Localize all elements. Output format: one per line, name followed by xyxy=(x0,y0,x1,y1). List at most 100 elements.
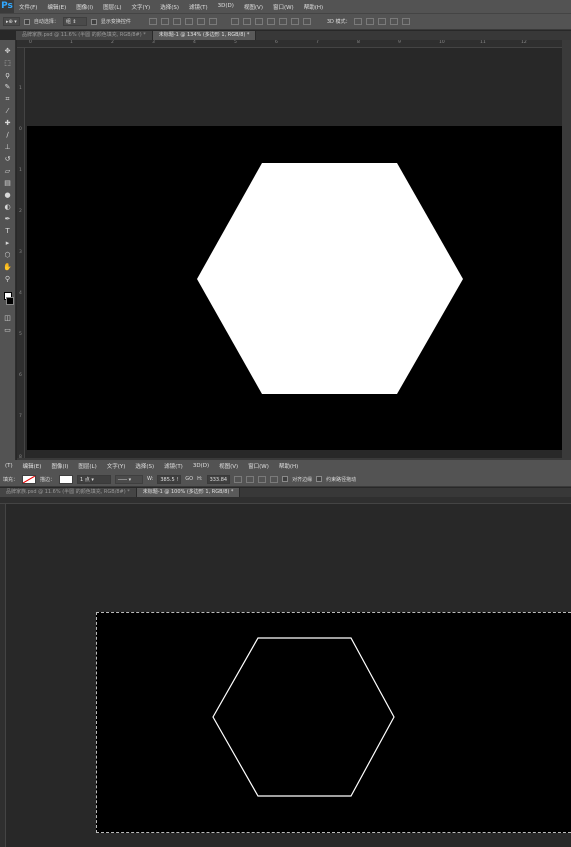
ruler-horizontal-top: 012345678910111213 xyxy=(17,40,562,48)
ruler-tick-label: 3 xyxy=(19,250,22,255)
menu-item-bottom[interactable]: (T) xyxy=(0,463,18,469)
auto-align-icon[interactable] xyxy=(302,18,311,25)
distribute-hcenter-icon[interactable] xyxy=(278,18,287,25)
path-alignment-icon[interactable] xyxy=(246,475,255,483)
menu-item-bottom[interactable]: 图像(I) xyxy=(46,462,73,470)
blur-tool-icon[interactable]: ● xyxy=(2,190,13,200)
ruler-tick-label: 12 xyxy=(521,40,527,45)
quick-mask-icon[interactable]: ◫ xyxy=(2,313,13,323)
link-dimensions-icon[interactable]: GO xyxy=(185,476,193,482)
marquee-tool-icon[interactable]: ⬚ xyxy=(2,58,13,68)
constrain-path-checkbox[interactable] xyxy=(316,476,323,482)
align-top-icon[interactable] xyxy=(148,18,157,25)
menu-item[interactable]: 3D(D) xyxy=(213,3,239,11)
distribute-right-icon[interactable] xyxy=(290,18,299,25)
menu-item-bottom[interactable]: 视图(V) xyxy=(214,462,243,470)
path-select-tool-icon[interactable]: ▸ xyxy=(2,238,13,248)
crop-tool-icon[interactable]: ⌗ xyxy=(2,94,13,104)
menu-item-bottom[interactable]: 帮助(H) xyxy=(274,462,303,470)
background-color-swatch[interactable] xyxy=(5,297,14,305)
screen-mode-icon[interactable]: ▭ xyxy=(2,325,13,335)
align-vcenter-icon[interactable] xyxy=(160,18,169,25)
auto-select-dropdown[interactable]: 组 ⇕ xyxy=(62,17,87,26)
ruler-tick-label: 6 xyxy=(19,373,22,378)
vertical-scrollbar[interactable] xyxy=(562,40,571,460)
canvas-top[interactable] xyxy=(27,126,562,450)
distribute-top-icon[interactable] xyxy=(230,18,239,25)
menu-item[interactable]: 视图(V) xyxy=(239,3,268,11)
menu-item-bottom[interactable]: 滤镜(T) xyxy=(159,462,188,470)
fill-swatch[interactable] xyxy=(22,474,37,484)
shape-tool-icon[interactable]: ⬡ xyxy=(2,250,13,260)
menu-item-bottom[interactable]: 选择(S) xyxy=(130,462,159,470)
menu-item-bottom[interactable]: 3D(D) xyxy=(188,463,214,469)
stamp-tool-icon[interactable]: ⊥ xyxy=(2,142,13,152)
dodge-tool-icon[interactable]: ◐ xyxy=(2,202,13,212)
pen-tool-icon[interactable]: ✒ xyxy=(2,214,13,224)
menu-item-bottom[interactable]: 窗口(W) xyxy=(243,462,274,470)
show-transform-checkbox[interactable] xyxy=(90,18,97,25)
quick-select-tool-icon[interactable]: ✎ xyxy=(2,82,13,92)
history-brush-tool-icon[interactable]: ↺ xyxy=(2,154,13,164)
auto-select-checkbox[interactable] xyxy=(23,18,30,25)
canvas-bottom[interactable] xyxy=(96,612,571,833)
menu-item-bottom[interactable]: 文字(Y) xyxy=(102,462,131,470)
tab-brand-family-bottom[interactable]: 品牌家族.psd @ 11.6% (半圆 的颜色填充, RGB/8#) * xyxy=(0,488,137,497)
ruler-tick-label: 0 xyxy=(19,127,22,132)
3d-pan-icon[interactable] xyxy=(378,18,387,25)
menu-item[interactable]: 选择(S) xyxy=(155,3,184,11)
tab-untitled-1[interactable]: 未标题-1 @ 134% (多边形 1, RGB/8) * xyxy=(152,31,257,40)
stroke-type-dropdown[interactable]: ─── ▾ xyxy=(115,474,144,484)
stroke-width-field[interactable]: 1 点 ▾ xyxy=(77,474,112,484)
stroke-swatch[interactable] xyxy=(59,474,74,484)
healing-tool-icon[interactable]: ✚ xyxy=(2,118,13,128)
align-bottom-icon[interactable] xyxy=(172,18,181,25)
3d-slide-icon[interactable] xyxy=(390,18,399,25)
eraser-tool-icon[interactable]: ▱ xyxy=(2,166,13,176)
brush-tool-icon[interactable]: ∕ xyxy=(2,130,13,140)
hexagon-shape-outline[interactable] xyxy=(212,637,395,797)
path-arrangement-icon[interactable] xyxy=(258,475,267,483)
menu-bar-partial: (T) 编辑(E) 图像(I) 图层(L) 文字(Y) 选择(S) 滤镜(T) 3D(D) 视图… xyxy=(0,460,571,472)
menu-item[interactable]: 图层(L) xyxy=(98,3,126,11)
distribute-vcenter-icon[interactable] xyxy=(242,18,251,25)
3d-roll-icon[interactable] xyxy=(366,18,375,25)
menu-item[interactable]: 图像(I) xyxy=(71,3,98,11)
path-operations-icon[interactable] xyxy=(234,475,243,483)
gradient-tool-icon[interactable]: ▤ xyxy=(2,178,13,188)
menu-item-bottom[interactable]: 图层(L) xyxy=(73,462,101,470)
eyedropper-tool-icon[interactable]: ⁄ xyxy=(2,106,13,116)
height-field[interactable]: 333.84 xyxy=(206,474,231,484)
3d-orbit-icon[interactable] xyxy=(354,18,363,25)
no-fill-slash-icon xyxy=(23,475,36,483)
type-tool-icon[interactable]: T xyxy=(2,226,13,236)
ruler-tick-label: 3 xyxy=(152,40,155,45)
filled-hexagon[interactable] xyxy=(27,126,562,450)
align-hcenter-icon[interactable] xyxy=(196,18,205,25)
hand-tool-icon[interactable]: ✋ xyxy=(2,262,13,272)
width-field[interactable]: 385.5 ! xyxy=(157,474,182,484)
distribute-left-icon[interactable] xyxy=(266,18,275,25)
menu-item[interactable]: 窗口(W) xyxy=(268,3,299,11)
tab-untitled-1-bottom[interactable]: 未标题-1 @ 100% (多边形 1, RGB/8) * xyxy=(136,488,241,497)
menu-item-bottom[interactable]: 编辑(E) xyxy=(18,462,47,470)
menu-item[interactable]: 滤镜(T) xyxy=(184,3,213,11)
move-tool-preset-button[interactable]: ▸⊕ ▾ xyxy=(3,17,20,26)
move-tool-icon[interactable]: ✥ xyxy=(2,46,13,56)
align-edges-checkbox[interactable] xyxy=(282,476,289,482)
align-right-icon[interactable] xyxy=(208,18,217,25)
hexagon-shape-filled[interactable] xyxy=(197,163,463,394)
settings-gear-icon[interactable] xyxy=(270,475,279,483)
menu-item[interactable]: 帮助(H) xyxy=(299,3,328,11)
align-left-icon[interactable] xyxy=(184,18,193,25)
distribute-bottom-icon[interactable] xyxy=(254,18,263,25)
outlined-hexagon[interactable] xyxy=(97,613,571,834)
menu-item[interactable]: 编辑(E) xyxy=(42,3,71,11)
zoom-tool-icon[interactable]: ⚲ xyxy=(2,274,13,284)
lasso-tool-icon[interactable]: ϙ xyxy=(2,70,13,80)
ruler-vertical-top: 1012345678 xyxy=(17,48,25,460)
tab-brand-family[interactable]: 品牌家族.psd @ 11.6% (半圆 的颜色填充, RGB/8#) * xyxy=(16,31,153,40)
menu-item[interactable]: 文字(Y) xyxy=(127,3,156,11)
menu-item[interactable]: 文件(F) xyxy=(14,3,42,11)
3d-scale-icon[interactable] xyxy=(402,18,411,25)
